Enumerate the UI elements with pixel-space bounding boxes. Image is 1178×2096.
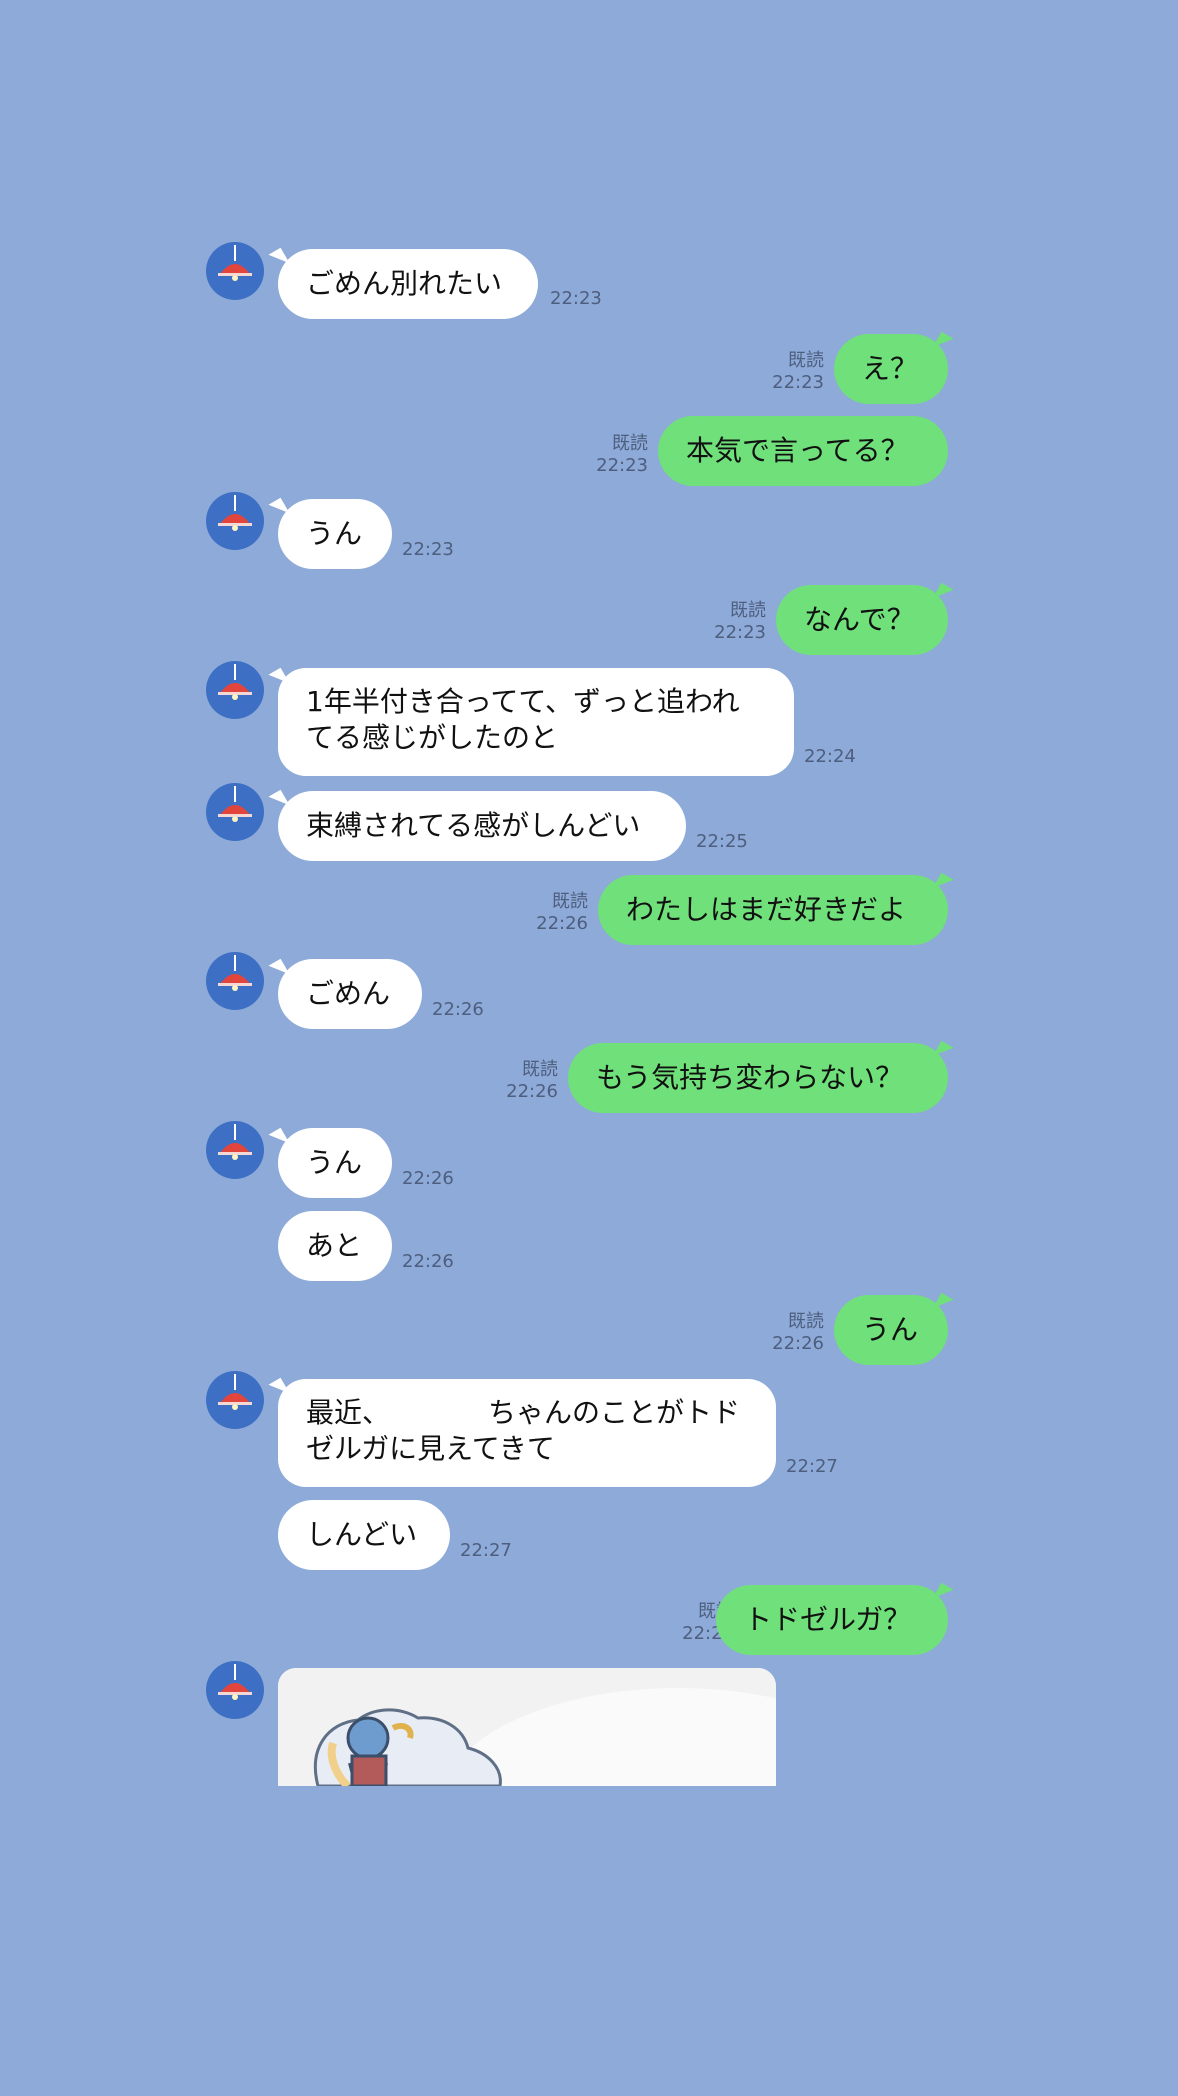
message-time: 22:24 bbox=[804, 746, 856, 767]
message-time: 22:27 bbox=[786, 1456, 838, 1477]
outgoing-message[interactable]: わたしはまだ好きだよ bbox=[598, 875, 948, 945]
message-time: 22:25 bbox=[696, 831, 748, 852]
outgoing-message[interactable]: 本気で言ってる？ bbox=[658, 416, 948, 486]
bottom-background bbox=[0, 1786, 1178, 2096]
message-time: 22:26 bbox=[772, 1333, 824, 1354]
contact-avatar[interactable] bbox=[206, 1121, 264, 1179]
message-text: うん bbox=[306, 1146, 363, 1179]
message-text: 最近、 ちゃんのことがトドゼルガに見えてきて bbox=[306, 1396, 741, 1465]
message-meta: 22:26 bbox=[402, 1251, 454, 1273]
read-receipt: 既読 bbox=[730, 600, 766, 621]
outgoing-message[interactable]: うん bbox=[834, 1295, 948, 1365]
outgoing-message[interactable]: トドゼルガ？ bbox=[716, 1585, 948, 1655]
message-time: 22:23 bbox=[714, 622, 766, 643]
message-meta: 既読 22:23 bbox=[740, 350, 824, 394]
message-text: 束縛されてる感がしんどい bbox=[306, 809, 641, 842]
incoming-message[interactable]: うん bbox=[278, 1128, 392, 1198]
message-time: 22:26 bbox=[402, 1251, 454, 1272]
message-meta: 22:27 bbox=[460, 1540, 512, 1562]
incoming-message[interactable]: あと bbox=[278, 1211, 392, 1281]
message-meta: 22:24 bbox=[804, 746, 856, 768]
red-lamp-icon bbox=[218, 1664, 252, 1700]
message-text: あと bbox=[306, 1229, 363, 1262]
message-meta: 22:27 bbox=[786, 1456, 838, 1478]
contact-avatar[interactable] bbox=[206, 242, 264, 300]
message-meta: 既読 22:26 bbox=[504, 891, 588, 935]
message-time: 22:23 bbox=[550, 288, 602, 309]
message-meta: 既読 22:23 bbox=[564, 433, 648, 477]
contact-avatar[interactable] bbox=[206, 661, 264, 719]
contact-avatar[interactable] bbox=[206, 1661, 264, 1719]
message-text: え？ bbox=[862, 352, 919, 385]
message-meta: 22:23 bbox=[550, 288, 602, 310]
incoming-message[interactable]: しんどい bbox=[278, 1500, 450, 1570]
message-time: 22:27 bbox=[460, 1540, 512, 1561]
message-time: 22:26 bbox=[536, 913, 588, 934]
incoming-message[interactable]: 1年半付き合ってて、ずっと追われてる感じがしたのと bbox=[278, 668, 794, 776]
incoming-message[interactable]: うん bbox=[278, 499, 392, 569]
message-meta: 22:25 bbox=[696, 831, 748, 853]
message-time: 22:23 bbox=[596, 455, 648, 476]
incoming-message[interactable]: ごめん別れたい bbox=[278, 249, 538, 319]
message-meta: 22:26 bbox=[432, 999, 484, 1021]
read-receipt: 既読 bbox=[522, 1059, 558, 1080]
message-meta: 既読 22:26 bbox=[740, 1311, 824, 1355]
message-time: 22:26 bbox=[506, 1081, 558, 1102]
contact-avatar[interactable] bbox=[206, 492, 264, 550]
outgoing-message[interactable]: え？ bbox=[834, 334, 948, 404]
red-lamp-icon bbox=[218, 1374, 252, 1410]
read-receipt: 既読 bbox=[788, 350, 824, 371]
contact-avatar[interactable] bbox=[206, 783, 264, 841]
message-meta: 22:26 bbox=[402, 1168, 454, 1190]
red-lamp-icon bbox=[218, 245, 252, 281]
read-receipt: 既読 bbox=[788, 1311, 824, 1332]
message-text: うん bbox=[862, 1313, 919, 1346]
incoming-message[interactable]: 最近、 ちゃんのことがトドゼルガに見えてきて bbox=[278, 1379, 776, 1487]
chat-area[interactable]: ごめん別れたい 22:23 既読 22:23 え？ 既読 22:23 本気で言っ… bbox=[0, 0, 1178, 2096]
incoming-message[interactable]: ごめん bbox=[278, 959, 422, 1029]
contact-avatar[interactable] bbox=[206, 952, 264, 1010]
outgoing-message[interactable]: もう気持ち変わらない？ bbox=[568, 1043, 948, 1113]
message-time: 22:23 bbox=[772, 372, 824, 393]
read-receipt: 既読 bbox=[612, 433, 648, 454]
message-meta: 既読 22:23 bbox=[682, 600, 766, 644]
message-text: なんで？ bbox=[804, 603, 915, 636]
message-text: トドゼルガ？ bbox=[744, 1603, 912, 1636]
message-time: 22:26 bbox=[402, 1168, 454, 1189]
red-lamp-icon bbox=[218, 664, 252, 700]
outgoing-message[interactable]: なんで？ bbox=[776, 585, 948, 655]
message-time: 22:26 bbox=[432, 999, 484, 1020]
read-receipt: 既読 bbox=[552, 891, 588, 912]
red-lamp-icon bbox=[218, 786, 252, 822]
message-time: 22:23 bbox=[402, 539, 454, 560]
incoming-message[interactable]: 束縛されてる感がしんどい bbox=[278, 791, 686, 861]
message-meta: 既読 22:26 bbox=[474, 1059, 558, 1103]
contact-avatar[interactable] bbox=[206, 1371, 264, 1429]
sealion-illustration bbox=[278, 1668, 776, 1786]
message-text: ごめん bbox=[306, 977, 391, 1010]
message-text: しんどい bbox=[306, 1518, 418, 1551]
red-lamp-icon bbox=[218, 955, 252, 991]
image-message[interactable] bbox=[278, 1668, 776, 1786]
red-lamp-icon bbox=[218, 1124, 252, 1160]
message-text: ごめん別れたい bbox=[306, 267, 503, 300]
red-lamp-icon bbox=[218, 495, 252, 531]
message-text: 本気で言ってる？ bbox=[686, 434, 909, 467]
message-text: 1年半付き合ってて、ずっと追われてる感じがしたのと bbox=[306, 685, 740, 754]
message-text: うん bbox=[306, 517, 363, 550]
message-text: もう気持ち変わらない？ bbox=[596, 1061, 904, 1094]
message-meta: 22:23 bbox=[402, 539, 454, 561]
message-text: わたしはまだ好きだよ bbox=[626, 893, 907, 926]
